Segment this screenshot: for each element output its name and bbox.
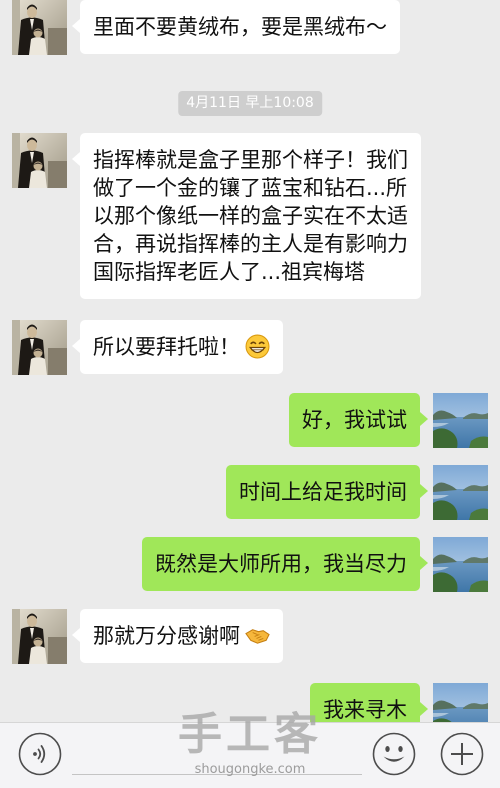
message-text-line: 做了一个金的镶了蓝宝和钻石...所 <box>93 176 408 200</box>
voice-icon <box>18 732 62 776</box>
message-text-line: 指挥棒就是盒子里那个样子！我们 <box>93 148 408 172</box>
contact-avatar-image <box>12 609 67 664</box>
message-text: 好，我试试 <box>302 408 407 432</box>
timestamp-label: 4月11日 早上10:08 <box>178 91 322 116</box>
message-bubble[interactable]: 那就万分感谢啊 <box>72 609 283 663</box>
my-avatar[interactable] <box>433 393 488 448</box>
message-text: 时间上给足我时间 <box>239 480 407 504</box>
my-avatar-image <box>433 683 488 722</box>
message-row-incoming: 指挥棒就是盒子里那个样子！我们 做了一个金的镶了蓝宝和钻石...所 以那个像纸一… <box>0 133 500 299</box>
my-avatar[interactable] <box>433 465 488 520</box>
contact-avatar-image <box>12 0 67 55</box>
handshake-emoji-icon <box>245 623 270 648</box>
message-text: 我来寻木 <box>323 698 407 722</box>
voice-button[interactable] <box>18 732 62 776</box>
message-bubble[interactable]: 我来寻木 <box>310 683 428 722</box>
message-row-incoming: 所以要拜托啦！ <box>0 320 500 375</box>
contact-avatar-image <box>12 133 67 188</box>
contact-avatar-image <box>12 320 67 375</box>
message-bubble[interactable]: 时间上给足我时间 <box>226 465 428 519</box>
message-row-outgoing: 时间上给足我时间 <box>0 465 500 520</box>
grin-emoji-icon <box>245 334 270 359</box>
contact-avatar[interactable] <box>12 320 67 375</box>
message-text: 所以要拜托啦！ <box>93 335 240 359</box>
message-row-outgoing: 既然是大师所用，我当尽力 <box>0 537 500 592</box>
message-row-outgoing: 我来寻木 <box>0 683 500 722</box>
my-avatar[interactable] <box>433 537 488 592</box>
message-text-line: 国际指挥老匠人了...祖宾梅塔 <box>93 260 366 284</box>
message-bubble[interactable]: 既然是大师所用，我当尽力 <box>142 537 428 591</box>
message-bubble[interactable]: 所以要拜托啦！ <box>72 320 283 374</box>
input-bar <box>0 722 500 788</box>
smiley-icon <box>372 732 416 776</box>
contact-avatar[interactable] <box>12 133 67 188</box>
plus-icon <box>440 732 484 776</box>
chat-screen: 里面不要黄绒布，要是黑绒布～ 4月11日 早上10:08 指挥棒就是盒子里那个样… <box>0 0 500 788</box>
message-text-line: 以那个像纸一样的盒子实在不太适 <box>93 204 408 228</box>
chat-area[interactable]: 里面不要黄绒布，要是黑绒布～ 4月11日 早上10:08 指挥棒就是盒子里那个样… <box>0 0 500 722</box>
message-bubble[interactable]: 里面不要黄绒布，要是黑绒布～ <box>72 0 400 54</box>
contact-avatar[interactable] <box>12 609 67 664</box>
my-avatar-image <box>433 393 488 448</box>
my-avatar-image <box>433 465 488 520</box>
message-row-incoming: 那就万分感谢啊 <box>0 609 500 664</box>
contact-avatar[interactable] <box>12 0 67 55</box>
my-avatar-image <box>433 537 488 592</box>
message-input[interactable] <box>72 733 362 775</box>
message-bubble[interactable]: 好，我试试 <box>289 393 428 447</box>
emoji-button[interactable] <box>372 732 416 776</box>
message-text-line: 合，再说指挥棒的主人是有影响力 <box>93 232 408 256</box>
more-button[interactable] <box>440 732 484 776</box>
message-bubble[interactable]: 指挥棒就是盒子里那个样子！我们 做了一个金的镶了蓝宝和钻石...所 以那个像纸一… <box>72 133 421 299</box>
message-text: 里面不要黄绒布，要是黑绒布～ <box>93 15 387 39</box>
my-avatar[interactable] <box>433 683 488 722</box>
message-text: 那就万分感谢啊 <box>93 624 240 648</box>
message-text: 既然是大师所用，我当尽力 <box>155 552 407 576</box>
message-row-outgoing: 好，我试试 <box>0 393 500 448</box>
message-row-incoming: 里面不要黄绒布，要是黑绒布～ <box>0 0 500 55</box>
